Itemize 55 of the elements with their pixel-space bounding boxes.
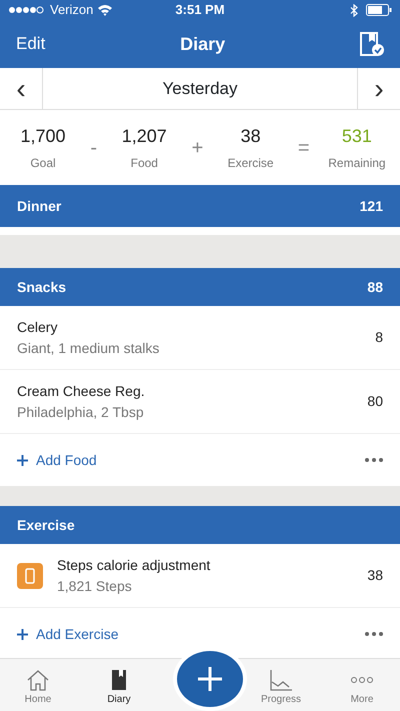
previous-day-button[interactable]: ‹ bbox=[0, 68, 42, 109]
status-time: 3:51 PM bbox=[174, 1, 226, 20]
summary-label: Exercise bbox=[228, 155, 274, 172]
tab-button[interactable]: Diary bbox=[89, 668, 149, 707]
carrier-name: Verizon bbox=[50, 1, 94, 20]
plus-icon bbox=[17, 454, 28, 466]
plus-icon bbox=[197, 666, 223, 692]
tab-button[interactable]: Home bbox=[8, 668, 68, 707]
food-entry[interactable]: Cream Cheese Reg. Philadelphia, 2 Tbsp 80 bbox=[0, 370, 400, 434]
add-button[interactable]: Add Food bbox=[17, 450, 97, 470]
food-entry[interactable]: Celery Giant, 1 medium stalks 8 bbox=[0, 306, 400, 370]
section-title: Dinner bbox=[17, 196, 62, 216]
summary-value: 38 bbox=[240, 125, 261, 148]
tab-button[interactable]: More bbox=[332, 668, 392, 707]
add-button[interactable]: Add Exercise bbox=[17, 624, 118, 644]
phone-icon bbox=[17, 562, 43, 588]
operator-sign: - bbox=[90, 136, 97, 160]
food-entry[interactable]: Steps calorie adjustment 1,821 Steps 38 bbox=[0, 544, 400, 608]
next-day-button[interactable]: › bbox=[358, 68, 400, 109]
section-title: Snacks bbox=[17, 278, 66, 296]
diary-check-icon[interactable] bbox=[360, 32, 384, 56]
summary-value: 531 bbox=[342, 125, 372, 148]
summary-value: 1,207 bbox=[122, 125, 167, 148]
entry-detail: Philadelphia, 2 Tbsp bbox=[17, 402, 145, 422]
edit-button[interactable]: Edit bbox=[16, 31, 46, 57]
entry-name: Cream Cheese Reg. bbox=[17, 382, 146, 401]
entry-detail: Giant, 1 medium stalks bbox=[17, 338, 160, 358]
summary-label: Remaining bbox=[328, 155, 386, 172]
entry-detail: 1,821 Steps bbox=[57, 576, 133, 596]
section-calories: 88 bbox=[367, 278, 383, 296]
section-title: Exercise bbox=[17, 516, 75, 534]
date-label: Yesterday bbox=[42, 68, 358, 109]
summary-label: Goal bbox=[30, 155, 56, 172]
more-icon bbox=[351, 677, 373, 683]
screen-title: Diary bbox=[180, 32, 226, 56]
more-options-icon[interactable] bbox=[365, 632, 383, 636]
section-calories: 121 bbox=[360, 196, 383, 216]
tab-button[interactable]: Progress bbox=[251, 668, 311, 707]
plus-icon bbox=[17, 628, 28, 640]
entry-name: Steps calorie adjustment bbox=[57, 556, 212, 575]
more-options-icon[interactable] bbox=[365, 458, 383, 462]
progress-icon bbox=[268, 668, 294, 692]
summary-value: 1,700 bbox=[20, 125, 66, 148]
home-icon bbox=[25, 668, 51, 692]
operator-sign: + bbox=[192, 136, 204, 160]
entry-calories: 38 bbox=[367, 566, 383, 585]
bluetooth-icon bbox=[350, 4, 358, 16]
summary-label: Food bbox=[130, 155, 158, 172]
entry-name: Celery bbox=[17, 318, 58, 337]
battery-icon bbox=[366, 4, 392, 16]
wifi-icon bbox=[97, 4, 114, 16]
operator-sign: = bbox=[298, 136, 310, 160]
entry-calories: 80 bbox=[367, 392, 383, 411]
signal-icon bbox=[8, 5, 46, 15]
entry-calories: 8 bbox=[375, 328, 383, 347]
